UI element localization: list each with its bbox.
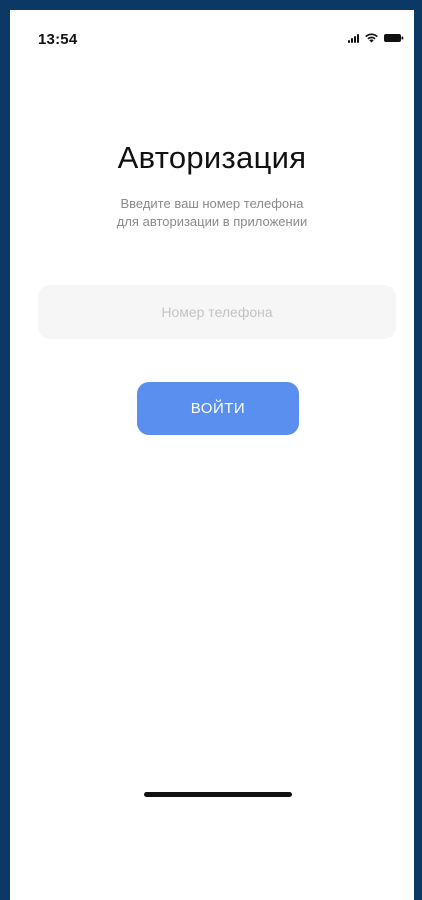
page-subtitle: Введите ваш номер телефона для авторизац… [10, 195, 414, 231]
page-title: Авторизация [117, 140, 307, 175]
status-icons [348, 32, 404, 43]
app-screen: 13:54 Авторизация Введите ваш номер теле… [10, 10, 414, 900]
phone-number-input[interactable] [38, 285, 396, 339]
battery-icon [384, 33, 404, 43]
subtitle-line-1: Введите ваш номер телефона [120, 196, 304, 211]
home-indicator [144, 792, 292, 797]
login-button[interactable]: ВОЙТИ [137, 382, 299, 435]
status-time: 13:54 [38, 31, 78, 48]
device-frame: 13:54 Авторизация Введите ваш номер теле… [0, 0, 422, 900]
wifi-icon [364, 32, 379, 43]
status-bar: 13:54 [10, 10, 414, 70]
signal-icon [348, 33, 359, 43]
subtitle-line-2: для авторизации в приложении [116, 214, 308, 229]
